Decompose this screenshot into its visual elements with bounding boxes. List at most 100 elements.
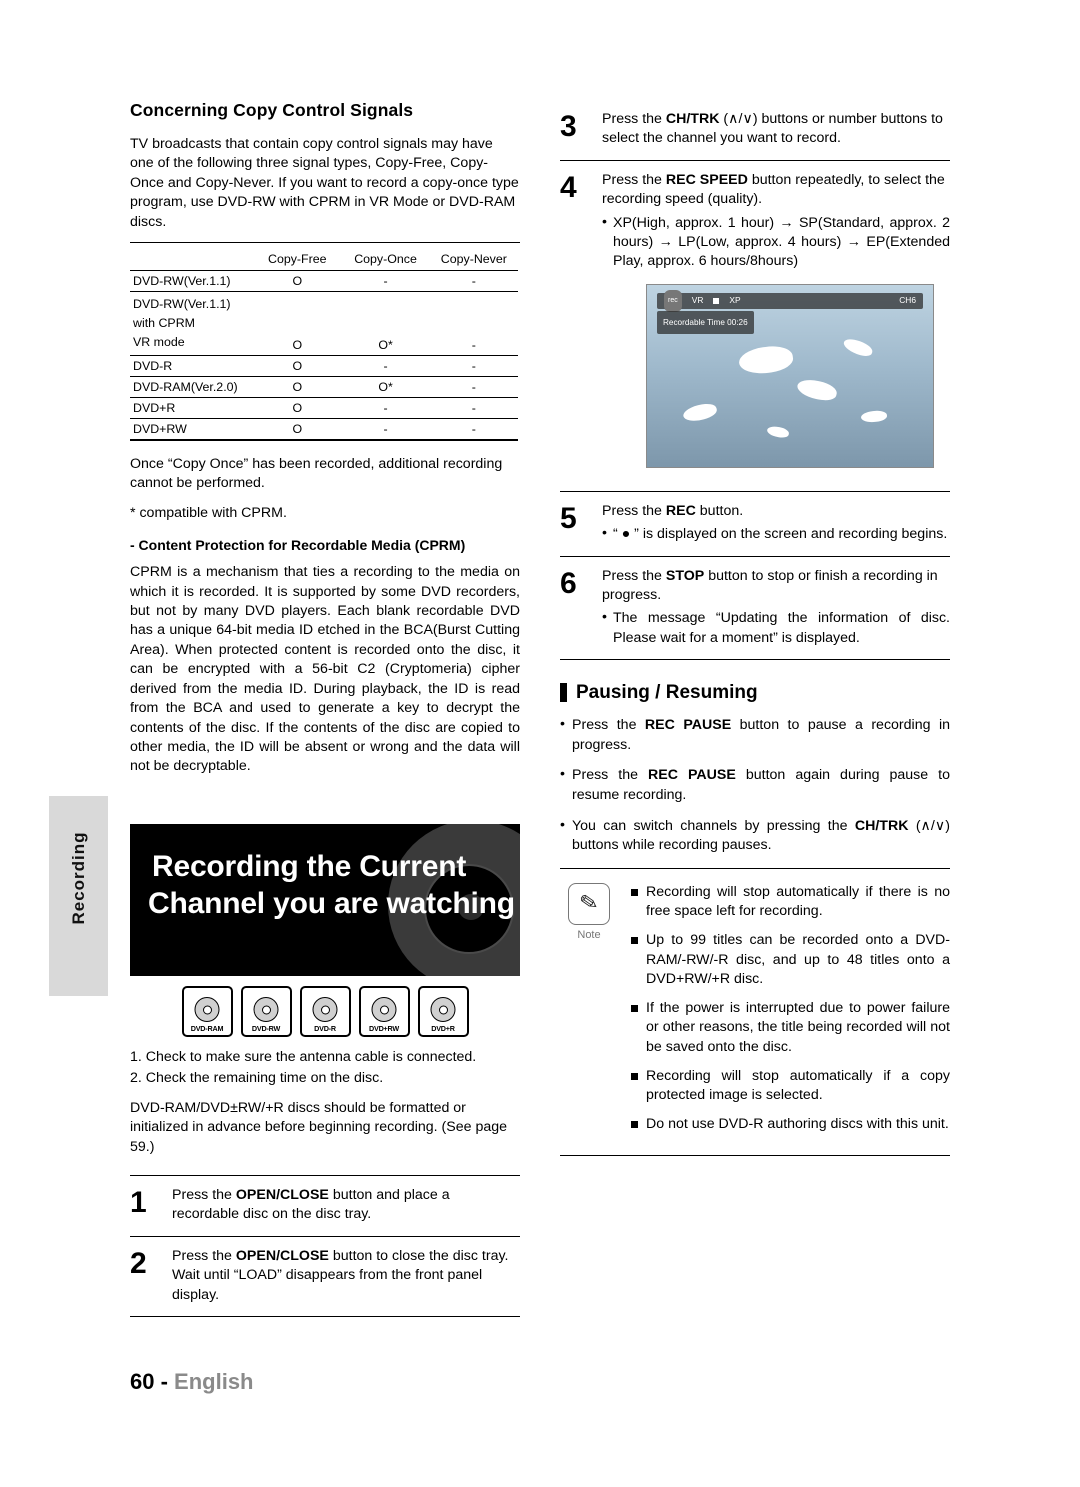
row-label: DVD-RW(Ver.1.1) with CPRM VR mode	[130, 291, 254, 357]
osd-mode: VR	[691, 295, 704, 306]
osd-bar: rec VR XP CH6	[657, 290, 923, 312]
rec-badge: rec	[664, 290, 682, 312]
step-number: 2	[130, 1246, 147, 1280]
row-cell: -	[429, 397, 518, 420]
row-cell: O	[253, 376, 342, 399]
pencil-icon	[568, 882, 610, 925]
right-column: 3 Press the CH/TRK (∧/∨) buttons or numb…	[560, 100, 950, 1157]
disc-logo-label: DVD+RW	[368, 1024, 400, 1033]
step-text: Press the CH/TRK (∧/∨) buttons or number…	[602, 111, 943, 147]
step-text-wrap: Press the REC button. “ ● ” is displayed…	[602, 502, 950, 545]
stop-icon	[713, 297, 720, 304]
note-icon-wrap: Note	[560, 882, 618, 1144]
checklist-item-1: 1. Check to make sure the antenna cable …	[130, 1049, 477, 1065]
step-text: Press the OPEN/CLOSE button to close the…	[172, 1247, 509, 1303]
note-item: Recording will stop automatically if the…	[630, 883, 950, 922]
step-4: 4 Press the REC SPEED button repeatedly,…	[560, 161, 950, 492]
checklist-item-2: 2. Check the remaining time on the disc.	[130, 1070, 384, 1087]
manual-page: Recording Concerning Copy Control Signal…	[0, 0, 1080, 1487]
row-cell: -	[429, 418, 518, 442]
note-item: Do not use DVD-R authoring discs with th…	[630, 1115, 950, 1135]
disc-icon	[194, 997, 220, 1022]
copy-control-table-wrap: Copy-Free Copy-Once Copy-Never DVD-RW(Ve…	[130, 242, 520, 442]
bullet-item: “ ● ” is displayed on the screen and rec…	[602, 524, 950, 544]
row-cell: -	[341, 355, 430, 378]
row-cell: O*	[341, 376, 430, 399]
page-title-line1: Recording the Current	[152, 850, 467, 883]
note-label: Note	[577, 928, 601, 941]
table-header-row: Copy-Free Copy-Once Copy-Never	[130, 249, 518, 272]
step-4-bullets: XP(High, approx. 1 hour) → SP(Standard, …	[602, 213, 950, 272]
step-text: Press the REC button.	[602, 502, 744, 519]
seagull-graphic	[766, 425, 790, 439]
disc-logo-label: DVD-RAM	[190, 1024, 224, 1033]
section-title-copy-control: Concerning Copy Control Signals	[130, 100, 414, 120]
seagull-graphic	[681, 400, 719, 424]
row-label: DVD+R	[130, 397, 254, 420]
table-header-copy-never: Copy-Never	[429, 249, 518, 272]
note-item: If the power is interrupted due to power…	[630, 999, 950, 1058]
step-number: 1	[130, 1186, 147, 1220]
page-number: 60 -	[130, 1369, 168, 1394]
page-footer: 60 - English	[130, 1369, 254, 1395]
step-6-bullets: The message “Updating the information of…	[602, 608, 950, 648]
left-lower-body: 1. Check to make sure the antenna cable …	[130, 1048, 520, 1318]
disc-logo-label: DVD-R	[314, 1024, 336, 1033]
left-column: Concerning Copy Control Signals TV broad…	[130, 100, 520, 787]
row-cell: -	[429, 270, 518, 293]
disc-icon	[430, 997, 456, 1022]
disc-logo-dvd-plus-r: DVD+R	[417, 986, 469, 1037]
note-item: Up to 99 titles can be recorded onto a D…	[630, 931, 950, 990]
table-row: DVD+RW O - -	[130, 418, 518, 442]
right-steps: 3 Press the CH/TRK (∧/∨) buttons or numb…	[560, 100, 950, 661]
disc-logo-dvd-r: DVD-R	[299, 986, 351, 1037]
recordable-time: Recordable Time 00:26	[657, 310, 754, 335]
table-row: DVD-RAM(Ver.2.0) O O* -	[130, 376, 518, 399]
step-1: 1 Press the OPEN/CLOSE button and place …	[130, 1176, 520, 1237]
row-label: DVD-R	[130, 355, 254, 378]
note-item: Recording will stop automatically if a c…	[630, 1067, 950, 1106]
bullet-item: The message “Updating the information of…	[602, 608, 950, 648]
step-5-bullets: “ ● ” is displayed on the screen and rec…	[602, 524, 950, 544]
disc-logo-row: DVD-RAM DVD-RW DVD-R DVD+RW DVD+R	[130, 986, 520, 1037]
page-language: English	[174, 1369, 254, 1394]
disc-icon	[312, 997, 338, 1022]
row-cell: -	[341, 418, 430, 442]
step-text-wrap: Press the REC SPEED button repeatedly, t…	[602, 171, 950, 480]
seagull-graphic	[737, 343, 795, 377]
disc-icon	[371, 997, 397, 1022]
table-row: DVD-R O - -	[130, 355, 518, 378]
tv-screen-preview: rec VR XP CH6 Recordable Time 00:26	[646, 283, 934, 468]
pausing-bullets: Press the REC PAUSE button to pause a re…	[560, 715, 950, 856]
step-text: Press the OPEN/CLOSE button and place a …	[172, 1187, 450, 1223]
row-cell: O	[253, 397, 342, 420]
disc-logo-dvd-plus-rw: DVD+RW	[358, 986, 410, 1037]
disc-logo-label: DVD-RW	[251, 1024, 281, 1033]
page-title-line2: Channel you are watching	[148, 887, 515, 920]
seagull-graphic	[795, 376, 839, 403]
after-table-text: Once “Copy Once” has been recorded, addi…	[130, 456, 503, 492]
row-cell: O	[253, 418, 342, 442]
bullet-item: Press the REC PAUSE button again during …	[560, 765, 950, 805]
step-text: Press the REC SPEED button repeatedly, t…	[602, 171, 945, 208]
row-label: DVD-RAM(Ver.2.0)	[130, 376, 254, 399]
bullet-item: Press the REC PAUSE button to pause a re…	[560, 715, 950, 755]
seagull-graphic	[841, 336, 875, 359]
table-header-copy-once: Copy-Once	[341, 249, 430, 272]
step-number: 6	[560, 566, 577, 600]
section-title-pausing: Pausing / Resuming	[560, 682, 950, 704]
disc-logo-dvd-rw: DVD-RW	[240, 986, 292, 1037]
table-row: DVD-RW(Ver.1.1) O - -	[130, 270, 518, 293]
note-box: Note Recording will stop automatically i…	[560, 867, 950, 1157]
row-cell: -	[341, 270, 430, 293]
step-text: Press the STOP button to stop or finish …	[602, 567, 938, 604]
step-6: 6 Press the STOP button to stop or finis…	[560, 557, 950, 661]
bullet-item: You can switch channels by pressing the …	[560, 816, 950, 856]
step-2: 2 Press the OPEN/CLOSE button to close t…	[130, 1237, 520, 1318]
step-3: 3 Press the CH/TRK (∧/∨) buttons or numb…	[560, 100, 950, 161]
table-header-blank	[130, 249, 254, 272]
disc-logo-label: DVD+R	[431, 1024, 455, 1033]
step-5: 5 Press the REC button. “ ● ” is display…	[560, 492, 950, 557]
row-cell: O	[253, 270, 342, 293]
chapter-title-block: Recording the Current Channel you are wa…	[130, 824, 520, 976]
